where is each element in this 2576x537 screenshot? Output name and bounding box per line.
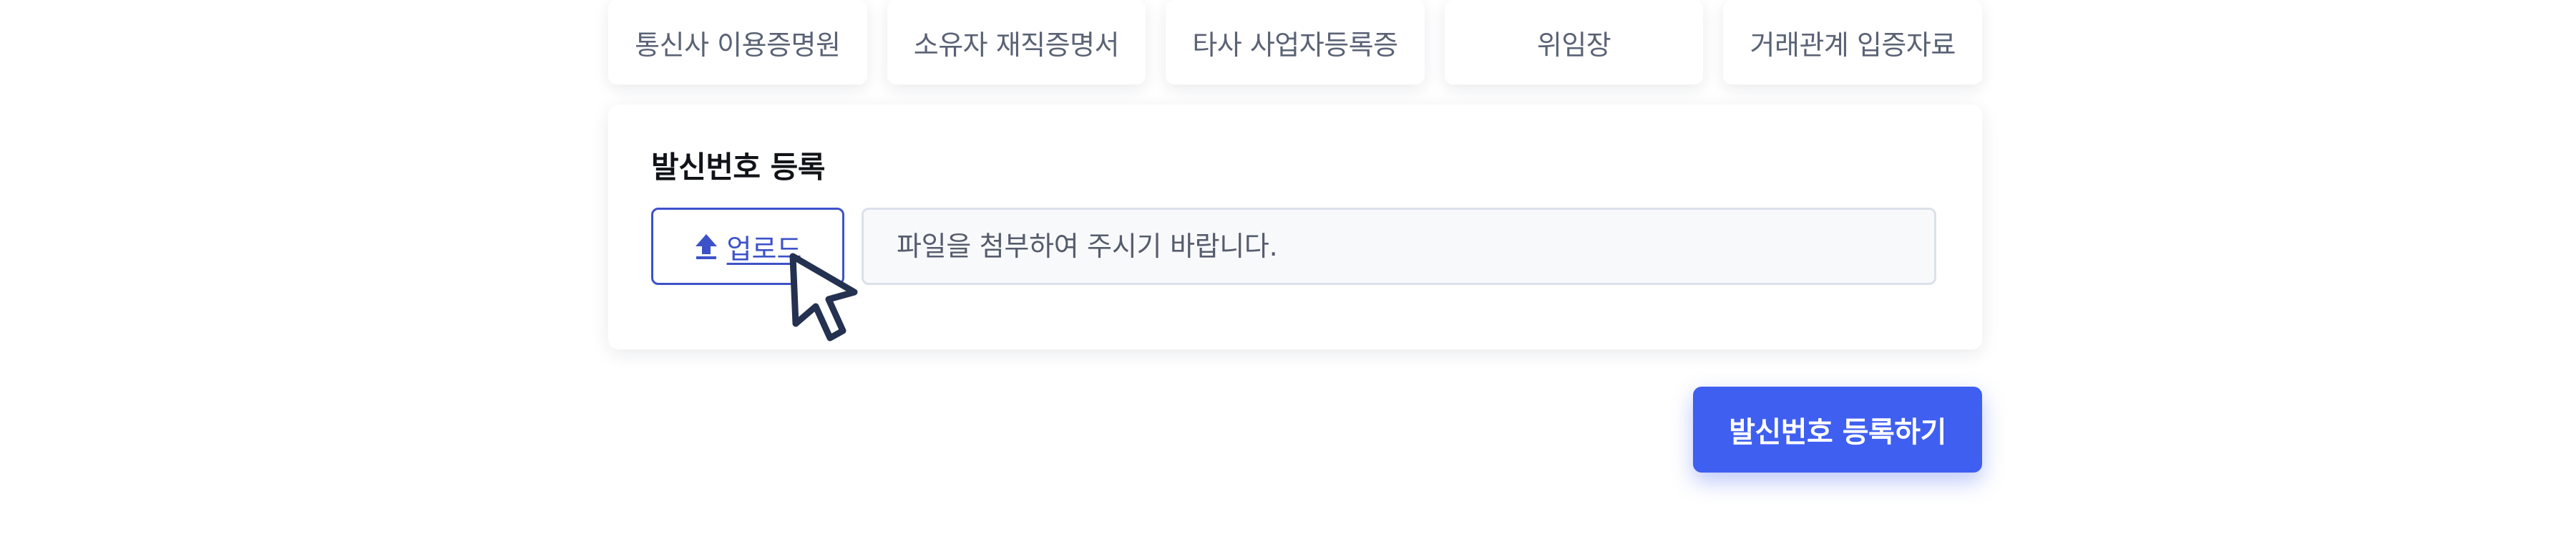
upload-arrow-icon (695, 234, 717, 259)
tab-owner-employment-certificate[interactable]: 소유자 재직증명서 (887, 0, 1146, 84)
tab-power-of-attorney[interactable]: 위임장 (1444, 0, 1704, 84)
mouse-pointer-icon (789, 253, 858, 342)
card-title: 발신번호 등록 (651, 150, 825, 185)
register-sender-number-button[interactable]: 발신번호 등록하기 (1693, 387, 1982, 473)
document-type-tabs: 통신사 이용증명원 소유자 재직증명서 타사 사업자등록증 위임장 거래관계 입… (608, 0, 1982, 84)
tab-other-business-registration[interactable]: 타사 사업자등록증 (1166, 0, 1425, 84)
file-attachment-field[interactable] (862, 208, 1936, 285)
tab-transaction-proof[interactable]: 거래관계 입증자료 (1723, 0, 1982, 84)
tab-carrier-usage-certificate[interactable]: 통신사 이용증명원 (608, 0, 867, 84)
